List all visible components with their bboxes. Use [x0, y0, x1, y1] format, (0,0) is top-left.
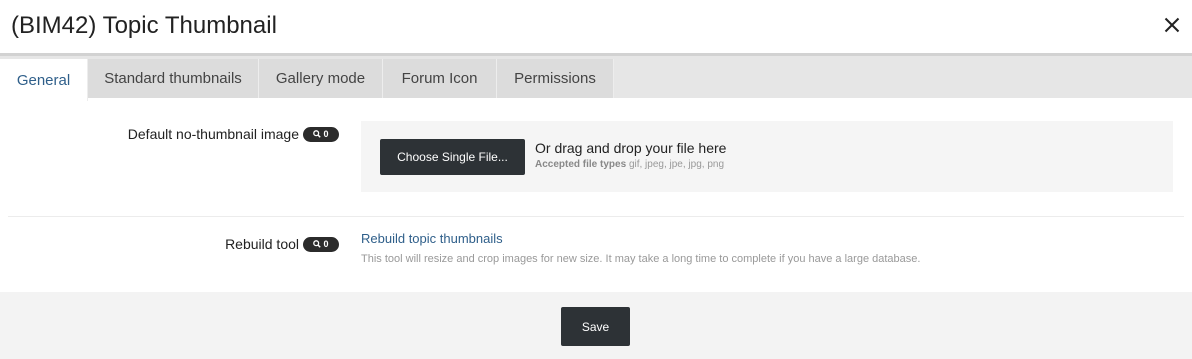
accepted-types-list: gif, jpeg, jpe, jpg, png: [628, 159, 725, 170]
tab-bar: General Standard thumbnails Gallery mode…: [0, 53, 1192, 101]
badge-count: 0: [323, 239, 329, 249]
default-image-label-row: Default no-thumbnail image 0: [128, 126, 339, 142]
default-image-search-badge[interactable]: 0: [303, 126, 339, 142]
dialog-title: (BIM42) Topic Thumbnail: [11, 12, 277, 39]
search-icon: [313, 240, 322, 248]
rebuild-thumbnails-link[interactable]: Rebuild topic thumbnails: [361, 231, 503, 246]
close-icon[interactable]: [1160, 13, 1184, 37]
tab-general[interactable]: General: [0, 59, 88, 101]
file-upload-dropzone[interactable]: Choose Single File... Or drag and drop y…: [361, 121, 1173, 192]
tab-gallery-mode[interactable]: Gallery mode: [259, 59, 383, 98]
badge-count: 0: [323, 129, 329, 139]
tab-forum-icon[interactable]: Forum Icon: [383, 59, 497, 98]
default-image-label: Default no-thumbnail image: [127, 126, 299, 142]
choose-file-button[interactable]: Choose Single File...: [380, 139, 525, 175]
tab-standard-thumbnails[interactable]: Standard thumbnails: [88, 59, 259, 98]
save-button[interactable]: Save: [561, 307, 630, 346]
dialog-footer: Save: [0, 292, 1192, 359]
rebuild-label-row: Rebuild tool 0: [225, 236, 339, 252]
rebuild-tool-label: Rebuild tool: [225, 236, 299, 252]
rebuild-search-badge[interactable]: 0: [303, 236, 339, 252]
tab-permissions[interactable]: Permissions: [497, 59, 614, 98]
accepted-file-types: Accepted file types gif, jpeg, jpe, jpg,…: [535, 159, 724, 170]
drag-drop-text: Or drag and drop your file here: [535, 140, 727, 156]
accepted-types-label: Accepted file types: [535, 159, 627, 170]
rebuild-help-text: This tool will resize and crop images fo…: [361, 253, 921, 265]
row-divider: [8, 216, 1184, 217]
dialog-header: (BIM42) Topic Thumbnail: [0, 0, 1192, 53]
search-icon: [313, 130, 322, 138]
